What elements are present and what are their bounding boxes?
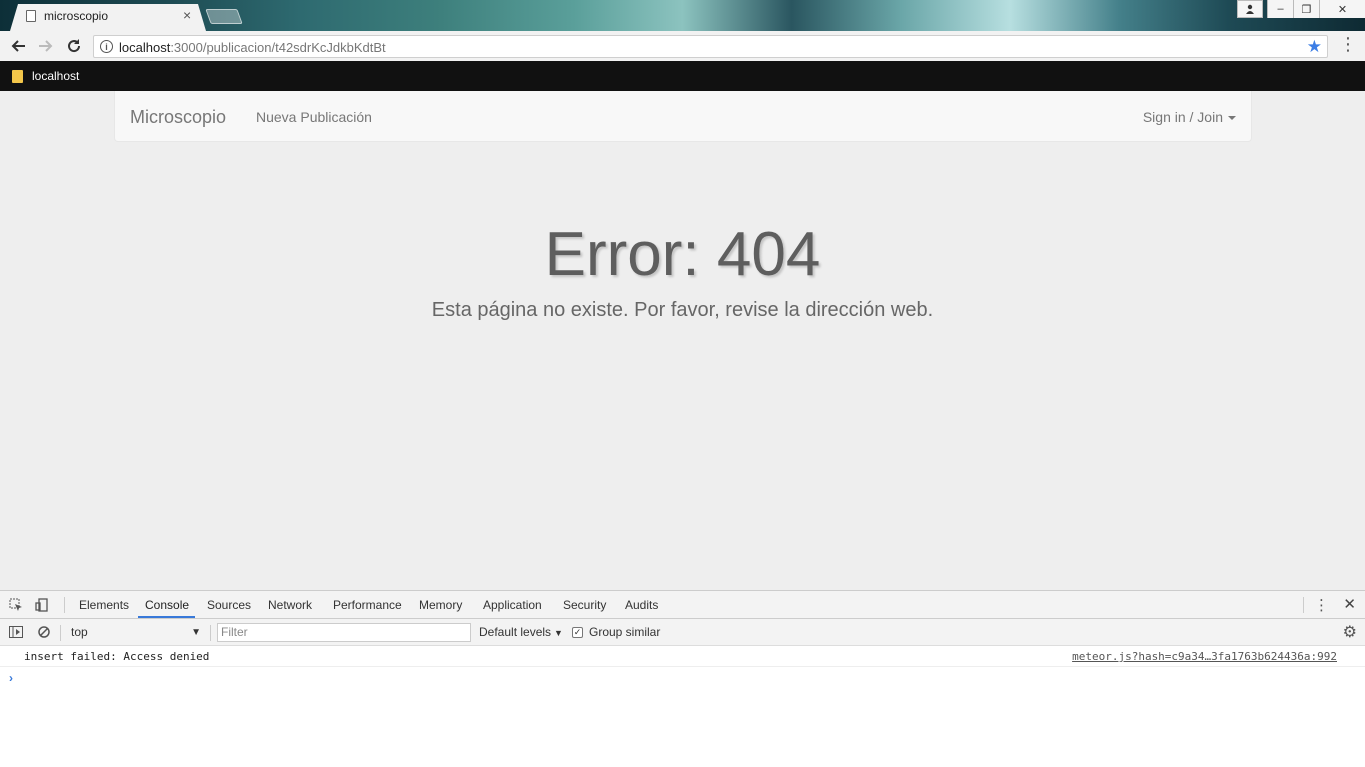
page-icon — [26, 10, 36, 22]
console-filter-input[interactable]: Filter — [217, 623, 471, 642]
group-similar-toggle[interactable]: ✓ Group similar — [572, 625, 660, 639]
toolbar-divider — [60, 625, 61, 641]
tab-title: microscopio — [44, 9, 109, 23]
browser-toolbar: i localhost:3000/publicacion/t42sdrKcJdk… — [0, 31, 1365, 61]
reload-icon[interactable] — [62, 34, 86, 58]
minimize-button[interactable]: – — [1267, 0, 1293, 18]
nav-new-post-link[interactable]: Nueva Publicación — [256, 109, 372, 125]
console-prompt-icon[interactable]: › — [9, 671, 13, 685]
tab-memory[interactable]: Memory — [419, 598, 462, 612]
tab-audits[interactable]: Audits — [625, 598, 658, 612]
new-tab-button[interactable] — [205, 9, 243, 24]
show-sidebar-icon[interactable] — [8, 624, 24, 640]
error-message: Esta página no existe. Por favor, revise… — [431, 299, 934, 321]
site-brand[interactable]: Microscopio — [130, 107, 226, 128]
window-controls: – ❐ ✕ — [1237, 0, 1365, 18]
clear-console-icon[interactable] — [36, 624, 52, 640]
close-tab-icon[interactable]: × — [183, 7, 191, 23]
forward-arrow-icon[interactable] — [34, 34, 58, 58]
close-devtools-icon[interactable]: ✕ — [1343, 595, 1356, 613]
devtools-menu-icon[interactable]: ⋮ — [1314, 596, 1329, 614]
sign-in-label: Sign in / Join — [1142, 109, 1223, 125]
devtools-tab-bar: Elements Console Sources Network Perform… — [0, 591, 1365, 619]
group-similar-label: Group similar — [589, 625, 661, 639]
active-tab-indicator — [138, 616, 195, 618]
toolbar-divider — [64, 597, 65, 613]
gear-icon[interactable]: ⚙ — [1343, 622, 1357, 642]
browser-menu-icon[interactable]: ⋮ — [1339, 34, 1357, 55]
back-arrow-icon[interactable] — [6, 34, 30, 58]
tab-security[interactable]: Security — [563, 598, 606, 612]
page-content: Microscopio Nueva Publicación Sign in / … — [0, 91, 1365, 590]
console-message-row: insert failed: Access denied meteor.js?h… — [0, 646, 1365, 667]
tab-application[interactable]: Application — [483, 598, 542, 612]
bookmark-localhost[interactable]: localhost — [12, 69, 79, 83]
sign-in-dropdown[interactable]: Sign in / Join — [1143, 109, 1236, 125]
user-icon[interactable] — [1237, 0, 1263, 18]
browser-tab[interactable]: microscopio × — [10, 4, 206, 31]
tab-console[interactable]: Console — [145, 598, 189, 612]
toolbar-divider — [210, 625, 211, 641]
close-window-button[interactable]: ✕ — [1319, 0, 1365, 18]
error-title: Error: 404 — [544, 220, 821, 289]
console-message-text: insert failed: Access denied — [24, 650, 210, 663]
log-levels-label: Default levels — [479, 625, 552, 639]
context-select[interactable]: top ▼ — [66, 623, 206, 642]
dropdown-arrow-icon: ▼ — [191, 627, 201, 638]
tab-network[interactable]: Network — [268, 598, 312, 612]
browser-title-bar: microscopio × – ❐ ✕ — [0, 0, 1365, 31]
tab-elements[interactable]: Elements — [79, 598, 129, 612]
tab-sources[interactable]: Sources — [207, 598, 251, 612]
inspect-element-icon[interactable] — [8, 597, 24, 613]
checkbox-checked-icon[interactable]: ✓ — [572, 626, 583, 638]
toolbar-divider — [1303, 597, 1304, 613]
bookmark-star-icon[interactable]: ★ — [1307, 37, 1322, 57]
url-host: localhost — [119, 40, 171, 55]
address-bar[interactable]: i localhost:3000/publicacion/t42sdrKcJdk… — [93, 35, 1328, 58]
info-icon[interactable]: i — [100, 40, 113, 53]
log-levels-dropdown[interactable]: Default levels ▼ — [479, 625, 563, 639]
url-path: :3000/publicacion/t42sdrKcJdkbKdtBt — [170, 40, 386, 55]
url-text: localhost:3000/publicacion/t42sdrKcJdkbK… — [119, 40, 386, 55]
console-toolbar: top ▼ Filter Default levels ▼ ✓ Group simil… — [0, 619, 1365, 646]
site-navbar: Microscopio Nueva Publicación Sign in / … — [114, 91, 1252, 142]
bookmarks-bar: localhost — [0, 61, 1365, 91]
console-source-link[interactable]: meteor.js?hash=c9a34…3fa1763b624436a:992 — [1072, 650, 1337, 663]
bookmark-label: localhost — [32, 69, 80, 83]
dropdown-arrow-icon: ▼ — [554, 628, 563, 638]
folder-icon — [12, 69, 23, 83]
devtools-panel: Elements Console Sources Network Perform… — [0, 590, 1365, 767]
caret-down-icon — [1228, 116, 1236, 121]
device-toolbar-icon[interactable] — [34, 597, 50, 613]
tab-performance[interactable]: Performance — [333, 598, 402, 612]
context-value: top — [71, 625, 88, 639]
restore-button[interactable]: ❐ — [1293, 0, 1319, 18]
